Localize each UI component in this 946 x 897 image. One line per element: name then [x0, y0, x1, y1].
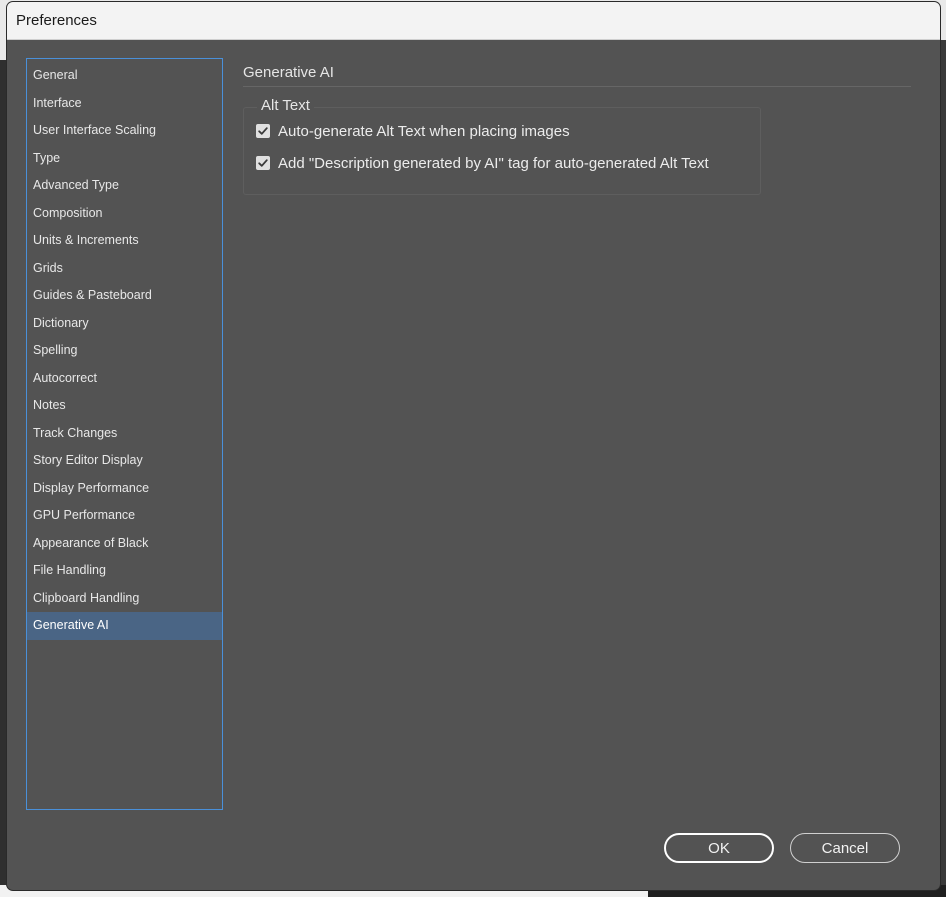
sidebar-item-notes[interactable]: Notes [27, 392, 222, 420]
sidebar-item-display-performance[interactable]: Display Performance [27, 475, 222, 503]
preferences-sidebar[interactable]: General Interface User Interface Scaling… [26, 58, 223, 810]
ai-description-tag-label[interactable]: Add "Description generated by AI" tag fo… [278, 155, 709, 172]
sidebar-item-composition[interactable]: Composition [27, 200, 222, 228]
sidebar-item-interface[interactable]: Interface [27, 90, 222, 118]
ai-description-tag-option[interactable]: Add "Description generated by AI" tag fo… [256, 153, 709, 173]
sidebar-item-advanced-type[interactable]: Advanced Type [27, 172, 222, 200]
auto-generate-alt-text-option[interactable]: Auto-generate Alt Text when placing imag… [256, 121, 570, 141]
ok-button[interactable]: OK [664, 833, 774, 863]
alt-text-group-legend: Alt Text [257, 97, 314, 114]
sidebar-item-general[interactable]: General [27, 62, 222, 90]
section-title: Generative AI [243, 64, 334, 81]
section-divider [243, 86, 911, 87]
cancel-button[interactable]: Cancel [790, 833, 900, 863]
checkmark-icon [258, 127, 268, 135]
sidebar-item-grids[interactable]: Grids [27, 255, 222, 283]
sidebar-item-clipboard-handling[interactable]: Clipboard Handling [27, 585, 222, 613]
auto-generate-alt-text-label[interactable]: Auto-generate Alt Text when placing imag… [278, 123, 570, 140]
background-app-right [940, 40, 946, 885]
sidebar-item-dictionary[interactable]: Dictionary [27, 310, 222, 338]
sidebar-item-story-editor-display[interactable]: Story Editor Display [27, 447, 222, 475]
checkmark-icon [258, 159, 268, 167]
title-bar[interactable]: Preferences [7, 2, 940, 40]
sidebar-item-type[interactable]: Type [27, 145, 222, 173]
sidebar-item-autocorrect[interactable]: Autocorrect [27, 365, 222, 393]
preferences-dialog: Preferences General Interface User Inter… [7, 2, 940, 890]
sidebar-item-track-changes[interactable]: Track Changes [27, 420, 222, 448]
sidebar-item-guides-pasteboard[interactable]: Guides & Pasteboard [27, 282, 222, 310]
sidebar-item-generative-ai[interactable]: Generative AI [27, 612, 222, 640]
sidebar-item-units-increments[interactable]: Units & Increments [27, 227, 222, 255]
sidebar-item-spelling[interactable]: Spelling [27, 337, 222, 365]
sidebar-item-gpu-performance[interactable]: GPU Performance [27, 502, 222, 530]
auto-generate-alt-text-checkbox[interactable] [256, 124, 270, 138]
sidebar-item-appearance-of-black[interactable]: Appearance of Black [27, 530, 222, 558]
sidebar-item-file-handling[interactable]: File Handling [27, 557, 222, 585]
ai-description-tag-checkbox[interactable] [256, 156, 270, 170]
sidebar-item-user-interface-scaling[interactable]: User Interface Scaling [27, 117, 222, 145]
sidebar-list: General Interface User Interface Scaling… [27, 62, 222, 640]
window-title: Preferences [16, 12, 97, 29]
